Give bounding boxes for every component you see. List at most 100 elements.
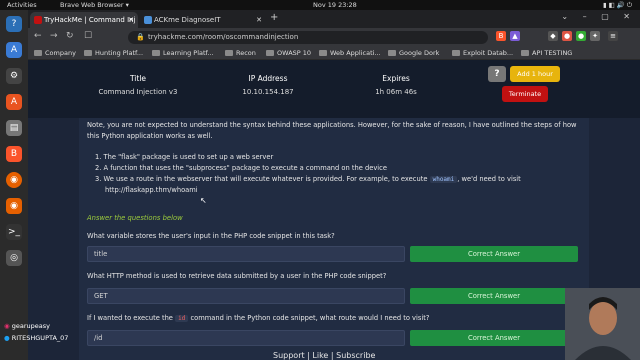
bookmarks-bar: Company Hunting Platf... Learning Platf.…	[28, 46, 640, 60]
browser-window: TryHackMe | Command Inj ✕ ACKme Diagnose…	[28, 10, 640, 360]
machine-info-panel: Title Command Injection v3 IP Address 10…	[28, 60, 640, 118]
bookmark-google-dork[interactable]: Google Dork	[388, 47, 439, 59]
bookmark-api-testing[interactable]: API TESTING	[521, 47, 572, 59]
answer-field-3[interactable]: /id	[87, 330, 405, 346]
bookmark-hunting[interactable]: Hunting Platf...	[84, 47, 143, 59]
extension-icon[interactable]: ◆	[548, 31, 558, 41]
subscribe-link[interactable]: Subscribe	[336, 351, 375, 360]
tryhackme-favicon	[34, 16, 42, 24]
step-3: 3. We use a route in the webserver that …	[95, 175, 521, 183]
twitter-icon: ●	[4, 334, 12, 342]
tab-title: TryHackMe | Command Inj	[44, 16, 136, 24]
bookmark-icon[interactable]: ☐	[84, 31, 92, 41]
activities-button[interactable]: Activities	[7, 0, 37, 10]
close-icon[interactable]: ✕	[128, 12, 134, 28]
bookmark-exploitdb[interactable]: Exploit Datab...	[452, 47, 513, 59]
id-code: id	[175, 315, 189, 322]
correct-answer-button-3[interactable]: Correct Answer	[410, 330, 578, 346]
folder-icon	[452, 50, 460, 56]
address-bar[interactable]: 🔒 tryhackme.com/room/oscommandinjection	[128, 31, 488, 44]
back-icon[interactable]: ←	[34, 31, 42, 41]
terminal-icon[interactable]: >_	[6, 224, 22, 240]
bookmark-company[interactable]: Company	[34, 47, 76, 59]
bookmark-recon[interactable]: Recon	[225, 47, 256, 59]
app-icon-firefox-alt[interactable]: ◉	[6, 198, 22, 214]
correct-answer-button-1[interactable]: Correct Answer	[410, 246, 578, 262]
social-overlay: ◉ gearupeasy ● RITESHGUPTA_07	[0, 318, 110, 360]
folder-icon	[319, 50, 327, 56]
extension-icon-3[interactable]: ●	[576, 31, 586, 41]
close-icon[interactable]: ✕	[256, 12, 262, 28]
folder-icon	[266, 50, 274, 56]
firefox-icon[interactable]: ◉	[6, 172, 22, 188]
tab-ackme[interactable]: ACKme DiagnoseIT ✕	[140, 12, 266, 28]
answer-field-2[interactable]: GET	[87, 288, 405, 304]
task-card: Note, you are not expected to understand…	[79, 118, 589, 360]
answer-field-1[interactable]: title	[87, 246, 405, 262]
browser-toolbar: ← → ↻ ☐ 🔒 tryhackme.com/room/oscommandin…	[28, 28, 640, 46]
folder-icon	[152, 50, 160, 56]
app-dock: ? A ⚙ A ▤ B ◉ ◉ >_ ◎	[0, 10, 28, 360]
terminate-button[interactable]: Terminate	[502, 86, 548, 102]
question-3: If I wanted to execute the id command in…	[87, 314, 430, 322]
bookmark-owasp[interactable]: OWASP 10	[266, 47, 311, 59]
whoami-code: whoami	[429, 176, 458, 183]
social-handle-2: ● RITESHGUPTA_07	[4, 334, 69, 342]
window-controls[interactable]: ⌄ – ▢ ✕	[561, 12, 636, 21]
tab-strip: TryHackMe | Command Inj ✕ ACKme Diagnose…	[28, 10, 640, 28]
system-top-bar: Activities Brave Web Browser ▾ Nov 19 23…	[0, 0, 640, 10]
app-icon-disc[interactable]: ◎	[6, 250, 22, 266]
app-icon-software[interactable]: A	[6, 42, 22, 58]
app-menu[interactable]: Brave Web Browser ▾	[60, 0, 129, 10]
machine-ip: IP Address 10.10.154.187	[242, 74, 294, 96]
answer-heading: Answer the questions below	[87, 214, 183, 222]
folder-icon	[388, 50, 396, 56]
support-link[interactable]: Support	[273, 351, 305, 360]
flask-url: http://flaskapp.thm/whoami	[105, 186, 198, 194]
app-icon-help[interactable]: ?	[6, 16, 22, 32]
rewards-icon[interactable]: ▲	[510, 31, 520, 41]
folder-icon	[521, 50, 529, 56]
page-content: Title Command Injection v3 IP Address 10…	[28, 60, 640, 360]
menu-icon[interactable]: ≡	[608, 31, 618, 41]
step-2: 2. A function that uses the "subprocess"…	[95, 164, 387, 172]
bookmark-webapp[interactable]: Web Applicati...	[319, 47, 381, 59]
brave-icon[interactable]: B	[6, 146, 22, 162]
mouse-cursor-icon: ↖	[200, 196, 207, 205]
footer-links: Support | Like | Subscribe	[273, 351, 376, 360]
globe-icon	[144, 16, 152, 24]
machine-expires: Expires 1h 06m 46s	[375, 74, 417, 96]
question-2: What HTTP method is used to retrieve dat…	[87, 272, 387, 280]
instagram-icon: ◉	[4, 322, 12, 330]
reload-icon[interactable]: ↻	[66, 31, 74, 41]
puzzle-icon[interactable]: ✦	[590, 31, 600, 41]
folder-icon	[84, 50, 92, 56]
extension-icon-2[interactable]: ●	[562, 31, 572, 41]
forward-icon[interactable]: →	[50, 31, 58, 41]
system-clock[interactable]: Nov 19 23:28	[313, 0, 357, 10]
social-handle-1: ◉ gearupeasy	[4, 322, 50, 330]
step-1: 1. The "flask" package is used to set up…	[95, 153, 274, 161]
new-tab-button[interactable]: +	[270, 12, 278, 23]
presenter-face-icon	[565, 288, 640, 360]
url-text: tryhackme.com/room/oscommandinjection	[148, 33, 299, 41]
system-tray[interactable]: ▮◧🔊⏻	[603, 0, 634, 10]
app-icon-files[interactable]: ▤	[6, 120, 22, 136]
bookmark-learning[interactable]: Learning Platf...	[152, 47, 214, 59]
correct-answer-button-2[interactable]: Correct Answer	[410, 288, 578, 304]
add-hour-button[interactable]: Add 1 hour	[510, 66, 560, 82]
intro-paragraph: Note, you are not expected to understand…	[87, 121, 577, 140]
help-button[interactable]: ?	[488, 66, 506, 82]
like-link[interactable]: Like	[312, 351, 328, 360]
question-1: What variable stores the user's input in…	[87, 232, 335, 240]
folder-icon	[225, 50, 233, 56]
app-icon-settings[interactable]: ⚙	[6, 68, 22, 84]
lock-icon: 🔒	[136, 33, 145, 41]
machine-title: Title Command Injection v3	[98, 74, 178, 96]
tab-title: ACKme DiagnoseIT	[154, 16, 221, 24]
webcam-overlay	[565, 288, 640, 360]
tab-tryhackme[interactable]: TryHackMe | Command Inj ✕	[30, 12, 138, 28]
brave-shields-icon[interactable]: B	[496, 31, 506, 41]
app-icon-store[interactable]: A	[6, 94, 22, 110]
folder-icon	[34, 50, 42, 56]
